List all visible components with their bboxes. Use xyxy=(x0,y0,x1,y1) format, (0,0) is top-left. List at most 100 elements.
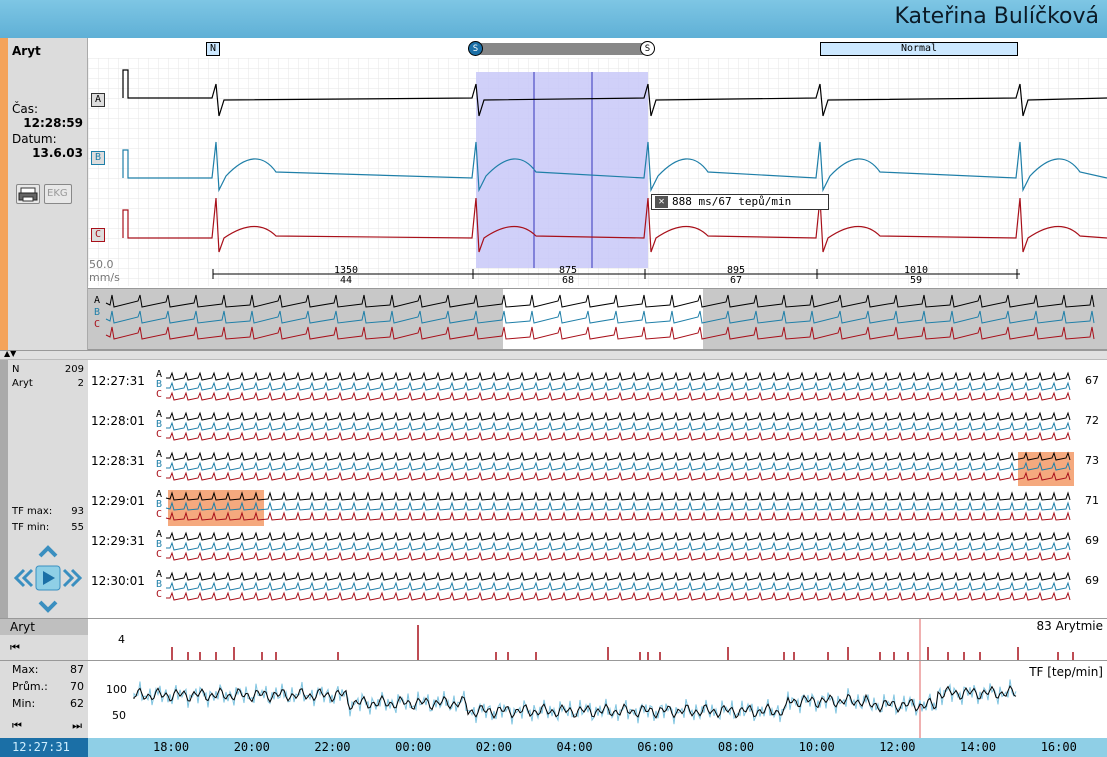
time-value: 12:28:59 xyxy=(23,116,83,130)
lead-c-label: C xyxy=(91,228,105,242)
strip-trace xyxy=(166,421,1071,431)
strip-time: 12:29:31 xyxy=(91,534,145,548)
tf-avg-label: Prům.: xyxy=(12,680,48,693)
patient-name: Kateřina Bulíčková xyxy=(894,4,1099,29)
count-aryt-value: 2 xyxy=(77,378,84,389)
strip-trace xyxy=(166,471,1071,481)
marker-start[interactable]: S xyxy=(468,41,483,56)
lead-b-label: B xyxy=(91,151,105,165)
aryt-panel: Aryt ⏮ xyxy=(0,618,88,660)
ekg-button[interactable]: EKG xyxy=(44,184,72,204)
overview-svg xyxy=(88,289,1107,349)
ecg-strips[interactable]: 12:27:31 67 ABC 12:28:01 72 ABC 12:28:31… xyxy=(88,360,1107,618)
aryt-scale: 4 xyxy=(118,633,125,646)
beat-label-n[interactable]: N xyxy=(206,42,220,56)
selection-region xyxy=(476,72,648,268)
tf-svg xyxy=(133,661,1017,739)
strip-rate: 67 xyxy=(1085,374,1099,387)
tf-panel: Max: 87 Prům.: 70 Min: 62 ⏮ ⏭ xyxy=(0,660,88,738)
tf-tick-50: 50 xyxy=(112,709,126,722)
strip-lead-labels: ABC xyxy=(156,569,163,600)
interval-2: 875 68 xyxy=(558,265,578,286)
strip-trace xyxy=(166,541,1071,551)
date-label: Datum: xyxy=(12,132,57,146)
strip-trace xyxy=(166,411,1071,421)
tf-min-label2: Min: xyxy=(12,697,36,710)
selection-bar[interactable] xyxy=(476,43,648,55)
tf-min-value: 55 xyxy=(71,522,84,533)
count-aryt-label: Aryt xyxy=(12,378,33,389)
time-tick: 06:00 xyxy=(637,740,674,754)
close-icon[interactable]: ✕ xyxy=(655,196,668,208)
count-n-label: N xyxy=(12,364,20,375)
tf-min-label: TF min: xyxy=(12,522,50,533)
time-tick: 20:00 xyxy=(233,740,270,754)
tf-unit-label: TF [tep/min] xyxy=(1029,665,1103,679)
strip-trace xyxy=(166,571,1071,581)
measure-tooltip: ✕ 888 ms/67 tepů/min xyxy=(651,194,829,210)
tf-avg-value: 70 xyxy=(70,680,84,693)
skip-end-icon[interactable]: ⏭ xyxy=(72,719,82,733)
arrhythmia-highlight-2 xyxy=(168,490,264,526)
strip-rate: 73 xyxy=(1085,454,1099,467)
strip-rate: 71 xyxy=(1085,494,1099,507)
time-tick: 08:00 xyxy=(717,740,755,754)
interval-4: 1010 59 xyxy=(903,265,929,286)
ecg-detail-view[interactable]: N S S Normal A B C ✕ 888 ms/67 tepů/min … xyxy=(88,38,1107,286)
time-tick: 04:00 xyxy=(556,740,593,754)
time-tick: 22:00 xyxy=(314,740,351,754)
strip-time: 12:27:31 xyxy=(91,374,145,388)
strip-trace xyxy=(166,391,1071,401)
strip-rate: 69 xyxy=(1085,534,1099,547)
tf-max-label: TF max: xyxy=(12,506,53,517)
strip-lead-labels: ABC xyxy=(156,449,163,480)
time-tick: 00:00 xyxy=(395,740,432,754)
strip-trace xyxy=(166,551,1071,561)
rhythm-label[interactable]: Normal xyxy=(820,42,1018,56)
chevron-down-icon xyxy=(38,600,58,613)
speed-value: 50.0 xyxy=(89,258,114,271)
ecg-info-panel: Aryt Čas: 12:28:59 Datum: 13.6.03 EKG xyxy=(8,38,88,352)
aryt-svg xyxy=(171,619,1074,661)
strip-lead-labels: ABC xyxy=(156,529,163,560)
strip-trace xyxy=(166,591,1071,601)
marker-end[interactable]: S xyxy=(640,41,655,56)
tf-max-value: 93 xyxy=(71,506,84,517)
navigation-pad[interactable] xyxy=(10,542,86,614)
tf-min-value2: 62 xyxy=(70,697,84,710)
tf-max-label2: Max: xyxy=(12,663,39,676)
strip-trace xyxy=(166,451,1071,461)
time-label: Čas: xyxy=(12,102,39,116)
print-button[interactable] xyxy=(16,184,40,204)
strip-trace xyxy=(166,461,1071,471)
strip-time: 12:28:01 xyxy=(91,414,145,428)
chevron-up-icon xyxy=(38,545,58,558)
strip-trace xyxy=(165,501,1071,511)
skip-start-icon[interactable]: ⏮ xyxy=(12,719,22,733)
strip-rate: 72 xyxy=(1085,414,1099,427)
strip-trace xyxy=(165,511,1071,521)
aryt-title: Aryt xyxy=(0,619,88,635)
first-icon: ⏮ xyxy=(10,641,26,654)
arrhythmia-chart[interactable]: 4 83 Arytmie xyxy=(88,618,1107,661)
arrhythmia-count: 83 Arytmie xyxy=(1036,619,1103,633)
strip-trace xyxy=(166,581,1071,591)
aryt-nav-buttons[interactable]: ⏮ xyxy=(10,641,26,655)
strip-lead-labels: ABC xyxy=(156,409,163,440)
tf-tick-100: 100 xyxy=(106,683,127,696)
strip-time: 12:30:01 xyxy=(91,574,145,588)
splitter[interactable]: ▲▼ xyxy=(0,349,1107,360)
speed-unit: mm/s xyxy=(89,271,120,284)
strip-info-panel: N 209 Aryt 2 TF max: 93 TF min: 55 xyxy=(0,360,88,618)
collapse-icon[interactable]: ▲▼ xyxy=(4,349,16,358)
double-right-icon xyxy=(62,568,83,588)
title-bar: Kateřina Bulíčková xyxy=(0,0,1107,38)
strip-trace xyxy=(166,531,1071,541)
ecg-overview[interactable]: ABC xyxy=(88,288,1107,350)
time-tick: 02:00 xyxy=(475,740,512,754)
double-left-icon xyxy=(13,568,34,588)
current-time: 12:27:31 xyxy=(0,738,88,757)
heart-rate-trend[interactable]: 100 50 TF [tep/min] xyxy=(88,660,1107,739)
date-value: 13.6.03 xyxy=(32,146,83,160)
interval-1: 1350 44 xyxy=(333,265,359,286)
